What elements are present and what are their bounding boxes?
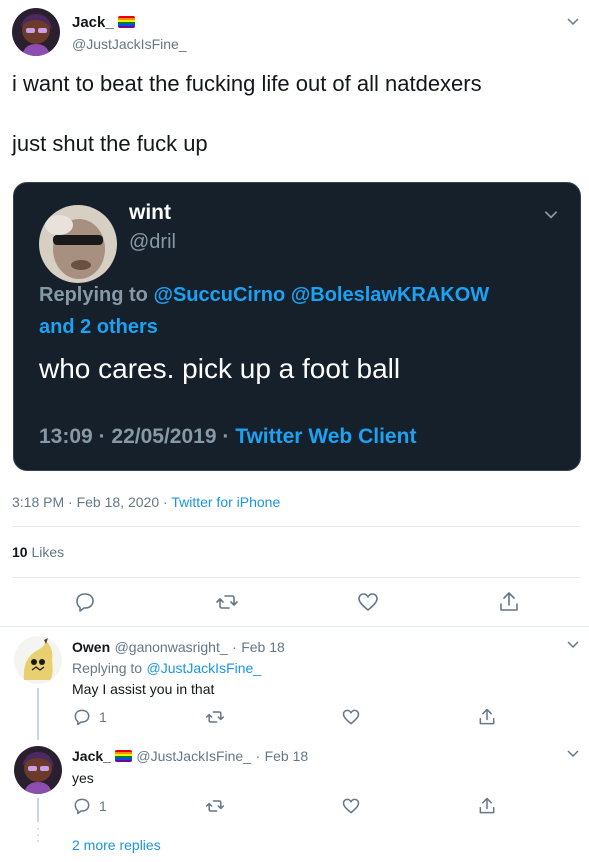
reply-icon[interactable] (72, 796, 92, 816)
separator: · (68, 494, 73, 510)
reply-author-handle[interactable]: @JustJackIsFine_ (136, 748, 251, 764)
likes-count: 10 (12, 544, 28, 560)
more-replies-link[interactable]: 2 more replies (72, 837, 161, 853)
main-author-name[interactable]: Jack_ (72, 14, 135, 31)
reply-icon[interactable] (73, 590, 97, 614)
share-icon[interactable] (477, 707, 497, 727)
reply-header: Owen @ganonwasright_ · Feb 18 (72, 639, 285, 657)
main-tweet-text-line2: just shut the fuck up (12, 131, 208, 156)
share-icon[interactable] (497, 590, 521, 614)
divider (12, 526, 581, 527)
reply-icon[interactable] (72, 707, 92, 727)
reply-author-handle[interactable]: @ganonwasright_ (115, 639, 228, 655)
tweet-date[interactable]: Feb 18, 2020 (77, 494, 160, 510)
likes-label: Likes (31, 544, 65, 560)
replying-user-link[interactable]: @SuccuCirno (153, 284, 285, 306)
quoted-date: 22/05/2019 (111, 425, 217, 448)
quoted-tweet-text: who cares. pick up a foot ball (39, 353, 401, 384)
divider (12, 577, 581, 578)
chevron-down-icon[interactable] (565, 636, 581, 652)
reply-author-name[interactable]: Jack_ (72, 748, 111, 764)
reply-author-name[interactable]: Owen (72, 639, 110, 655)
retweet-icon[interactable] (205, 796, 225, 816)
divider (0, 626, 589, 627)
main-author-handle[interactable]: @JustJackIsFine_ (72, 36, 187, 52)
reply-count: 1 (99, 709, 107, 725)
main-tweet-text-line1: i want to beat the fucking life out of a… (12, 71, 482, 96)
reply-text: yes (72, 770, 94, 786)
like-icon[interactable] (341, 707, 361, 727)
rainbow-flag-icon (117, 16, 135, 28)
reply-date[interactable]: Feb 18 (265, 748, 309, 764)
quoted-source-link[interactable]: Twitter Web Client (235, 425, 416, 448)
main-author-name-text: Jack_ (72, 14, 114, 31)
main-avatar[interactable] (12, 8, 60, 56)
like-icon[interactable] (356, 590, 380, 614)
quoted-replying-to: Replying to @SuccuCirno @BoleslawKRAKOW … (39, 279, 559, 343)
replying-to-label: Replying to (72, 660, 143, 676)
replying-to-label: Replying to (39, 284, 148, 306)
rainbow-flag-icon (114, 750, 132, 762)
chevron-down-icon[interactable] (565, 745, 581, 761)
tweet-timestamp: 3:18 PM · Feb 18, 2020 · Twitter for iPh… (12, 494, 280, 510)
separator: · (163, 494, 168, 510)
reply-header: Jack_ @JustJackIsFine_ · Feb 18 (72, 748, 308, 766)
retweet-icon[interactable] (205, 707, 225, 727)
reply-count: 1 (99, 798, 107, 814)
reply-avatar[interactable] (14, 746, 62, 794)
share-icon[interactable] (477, 796, 497, 816)
quoted-author-name: wint (129, 201, 171, 224)
quoted-time: 13:09 (39, 425, 93, 448)
quoted-author-handle: @dril (129, 231, 176, 253)
tweet-source-link[interactable]: Twitter for iPhone (171, 494, 280, 510)
quoted-avatar (39, 205, 117, 283)
retweet-icon[interactable] (215, 590, 239, 614)
reply-replying-to: Replying to @JustJackIsFine_ (72, 660, 261, 678)
separator: · (255, 748, 261, 764)
thread-line (37, 688, 39, 740)
tweet-time[interactable]: 3:18 PM (12, 494, 64, 510)
separator: · (232, 639, 237, 655)
thread-line (37, 798, 39, 822)
chevron-down-icon[interactable] (565, 13, 581, 29)
reply-avatar[interactable] (14, 636, 62, 684)
replying-user-link[interactable]: @JustJackIsFine_ (147, 660, 262, 676)
thread-dots (37, 828, 39, 846)
quoted-tweet-card[interactable]: wint @dril Replying to @SuccuCirno @Bole… (13, 182, 581, 471)
reply-text: May I assist you in that (72, 681, 215, 697)
like-icon[interactable] (341, 796, 361, 816)
reply-date[interactable]: Feb 18 (241, 639, 285, 655)
chevron-down-icon[interactable] (542, 205, 560, 223)
quoted-tweet-meta: 13:09 · 22/05/2019 · Twitter Web Client (39, 425, 416, 449)
replying-others-link[interactable]: and 2 others (39, 316, 158, 338)
separator: · (222, 425, 230, 448)
replying-user-link[interactable]: @BoleslawKRAKOW (291, 284, 489, 306)
separator: · (98, 425, 106, 448)
likes-stat[interactable]: 10 Likes (12, 544, 64, 560)
